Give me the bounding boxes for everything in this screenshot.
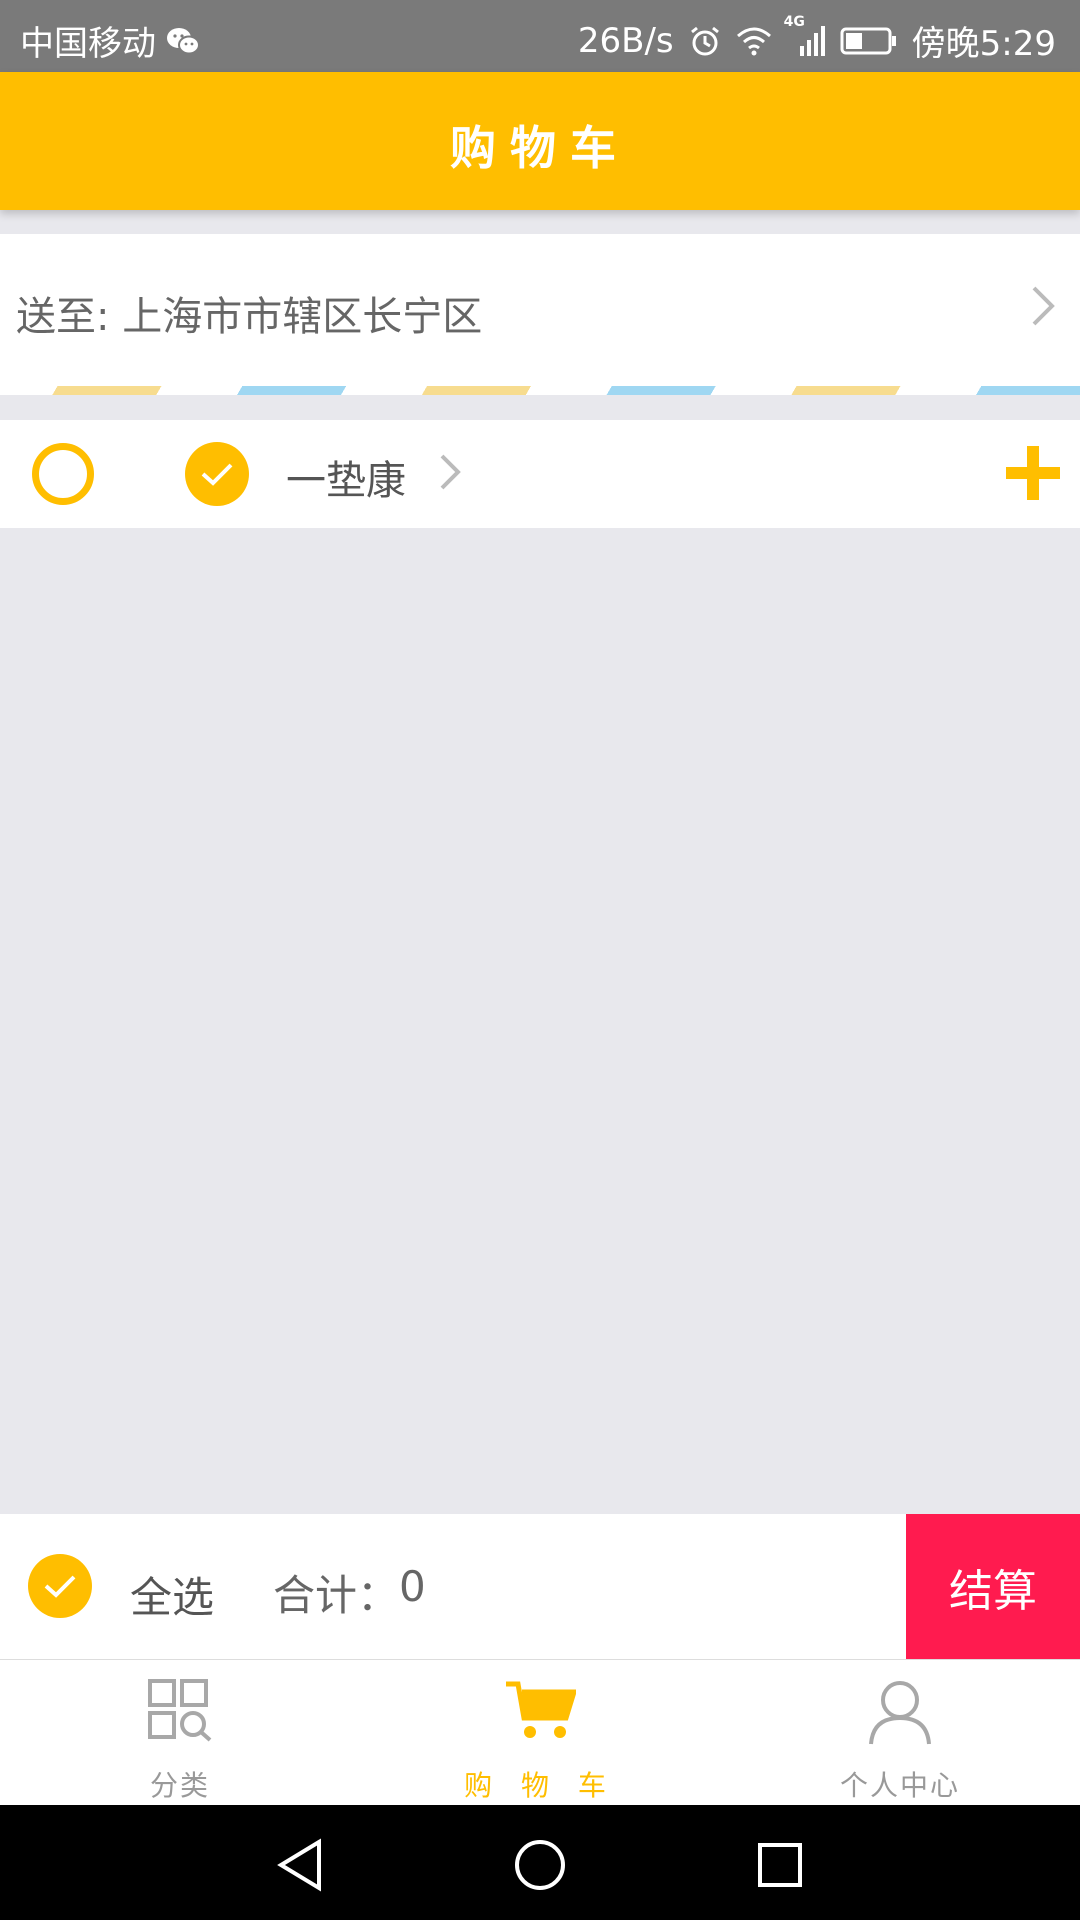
- tab-label: 分类: [149, 1769, 210, 1802]
- shop-checkbox[interactable]: [185, 442, 249, 506]
- recents-icon[interactable]: [750, 1835, 810, 1895]
- back-icon[interactable]: [270, 1835, 330, 1895]
- app-header: 购物车: [0, 72, 1080, 210]
- category-grid-icon: [0, 1678, 360, 1742]
- total-amount: 合计： 0: [273, 1562, 426, 1623]
- person-icon: [720, 1678, 1080, 1746]
- add-icon[interactable]: [1006, 446, 1060, 500]
- checkmark-icon: [201, 463, 233, 486]
- unchecked-circle-icon[interactable]: [32, 443, 94, 505]
- bottom-tab-bar: 分类 购 物 车 个人中心: [0, 1659, 1080, 1805]
- select-all-checkbox[interactable]: [28, 1554, 92, 1618]
- system-nav-bar: [0, 1805, 1080, 1920]
- wechat-icon: [166, 26, 200, 56]
- cart-icon: [360, 1678, 720, 1742]
- delivery-address-text: 送至: 上海市市辖区长宁区: [16, 294, 483, 340]
- total-value: 0: [399, 1562, 426, 1611]
- signal-icon: 4G: [784, 14, 826, 58]
- status-bar: 中国移动 26B/s 4G 傍晚5:29: [0, 0, 1080, 72]
- home-icon[interactable]: [510, 1835, 570, 1895]
- chevron-right-icon: [1028, 282, 1058, 334]
- page-title: 购物车: [450, 121, 630, 175]
- chevron-right-icon[interactable]: [438, 452, 462, 496]
- total-label: 合计：: [273, 1571, 400, 1620]
- clock: 傍晚5:29: [911, 24, 1056, 64]
- alarm-icon: [688, 24, 722, 58]
- checkmark-icon: [44, 1575, 76, 1598]
- tab-cart[interactable]: 购 物 车: [360, 1660, 720, 1806]
- tab-profile[interactable]: 个人中心: [720, 1660, 1080, 1806]
- address-envelope-stripe: [0, 386, 1080, 395]
- tab-category[interactable]: 分类: [0, 1660, 360, 1806]
- battery-icon: [840, 26, 898, 56]
- network-speed: 26B/s: [577, 20, 674, 61]
- shop-name[interactable]: 一垫康: [286, 448, 406, 506]
- carrier-label: 中国移动: [20, 24, 156, 64]
- shop-row: 一垫康: [0, 420, 1080, 528]
- delivery-address-row[interactable]: 送至: 上海市市辖区长宁区: [0, 234, 1080, 386]
- checkout-bar: 全选 合计： 0 结算: [0, 1514, 1080, 1659]
- network-type: 4G: [783, 13, 805, 30]
- wifi-icon: [736, 26, 772, 56]
- select-all-label[interactable]: 全选: [130, 1564, 214, 1625]
- tab-label: 购 物 车: [464, 1769, 616, 1802]
- settle-button[interactable]: 结算: [906, 1514, 1080, 1659]
- tab-label: 个人中心: [839, 1769, 960, 1802]
